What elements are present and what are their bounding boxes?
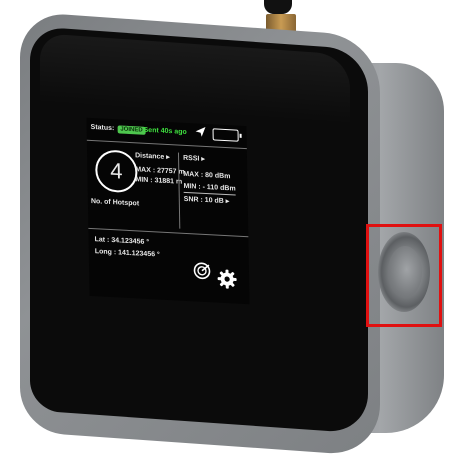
rssi-min: MIN : - 110 dBm [183,182,236,193]
rssi-max: MAX : 80 dBm [183,170,231,181]
hotspot-label: No. of Hotspot [90,197,140,208]
navigation-arrow-icon [195,126,206,137]
snr-value[interactable]: SNR : 10 dB ▸ [184,196,230,206]
status-label: Status: [90,123,115,133]
divider [177,152,181,229]
last-sent-text: Sent 40s ago [143,126,187,136]
divider [86,139,247,150]
rssi-label[interactable]: RSSI ▸ [183,155,205,164]
gear-icon[interactable] [217,269,237,290]
latitude: Lat : 34.123456 ° [94,236,150,247]
hotspot-count: 4 [94,149,138,194]
antenna-cable [264,0,292,14]
device-screen: Status: JOINED Sent 40s ago 4 No. of Hot… [86,117,250,305]
highlight-box [366,224,442,327]
battery-icon [212,128,239,142]
status-badge: JOINED [117,125,146,135]
status-row: Status: JOINED [91,124,146,135]
radar-icon[interactable] [193,261,211,280]
divider [88,227,249,238]
longitude: Long : 141.123456 ° [94,248,160,259]
distance-min: MIN : 31881 m [135,176,183,186]
distance-label[interactable]: Distance ▸ [135,152,170,162]
device-scene: Status: JOINED Sent 40s ago 4 No. of Hot… [0,0,459,457]
